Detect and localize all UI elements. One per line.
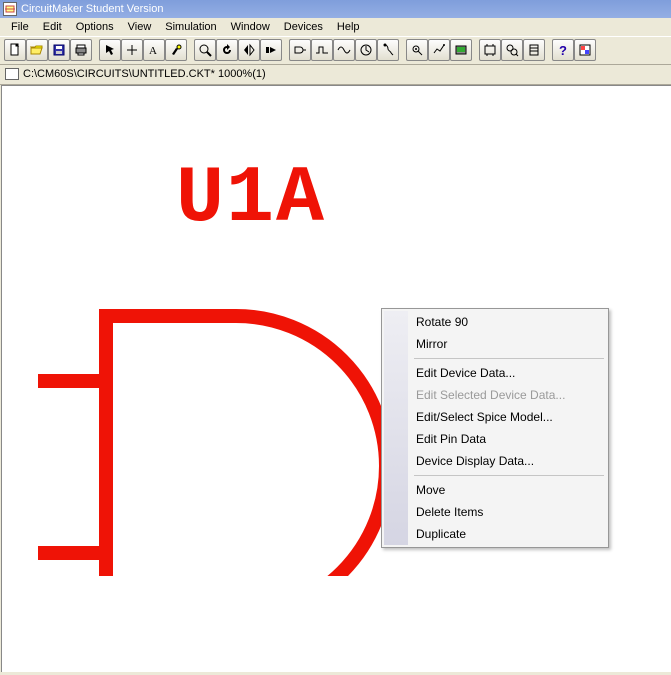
digital-button[interactable] bbox=[289, 39, 311, 61]
open-file-button[interactable] bbox=[26, 39, 48, 61]
menu-simulation[interactable]: Simulation bbox=[158, 20, 223, 34]
probe-tool-button[interactable] bbox=[165, 39, 187, 61]
titlebar: CircuitMaker Student Version bbox=[0, 0, 671, 18]
wire-tool-button[interactable] bbox=[121, 39, 143, 61]
menu-edit[interactable]: Edit bbox=[36, 20, 69, 34]
toolbar: A ? bbox=[0, 36, 671, 65]
app-title: CircuitMaker Student Version bbox=[21, 3, 163, 15]
about-button[interactable] bbox=[574, 39, 596, 61]
menu-help[interactable]: Help bbox=[330, 20, 367, 34]
ctx-device-display-data[interactable]: Device Display Data... bbox=[384, 450, 606, 472]
run-button[interactable] bbox=[377, 39, 399, 61]
macro-button[interactable] bbox=[479, 39, 501, 61]
reset-button[interactable] bbox=[355, 39, 377, 61]
ctx-mirror[interactable]: Mirror bbox=[384, 333, 606, 355]
analysis-button[interactable] bbox=[428, 39, 450, 61]
document-icon bbox=[5, 68, 19, 80]
document-path: C:\CM60S\CIRCUITS\UNTITLED.CKT* 1000%(1) bbox=[23, 68, 266, 80]
mirror-button[interactable] bbox=[238, 39, 260, 61]
svg-text:?: ? bbox=[559, 43, 567, 57]
menu-devices[interactable]: Devices bbox=[277, 20, 330, 34]
component-label: U1A bbox=[176, 154, 326, 245]
help-button[interactable]: ? bbox=[552, 39, 574, 61]
zoom-tool-button[interactable] bbox=[194, 39, 216, 61]
ctx-edit-pin-data[interactable]: Edit Pin Data bbox=[384, 428, 606, 450]
context-menu: Rotate 90 Mirror Edit Device Data... Edi… bbox=[381, 308, 609, 548]
menu-file[interactable]: File bbox=[4, 20, 36, 34]
scope-button[interactable] bbox=[450, 39, 472, 61]
ctx-move[interactable]: Move bbox=[384, 479, 606, 501]
text-tool-button[interactable]: A bbox=[143, 39, 165, 61]
ctx-separator bbox=[414, 358, 604, 359]
print-button[interactable] bbox=[70, 39, 92, 61]
ctx-rotate-90[interactable]: Rotate 90 bbox=[384, 311, 606, 333]
canvas-area[interactable]: U1A Rotate 90 Mirror Edit Device Data...… bbox=[1, 85, 671, 672]
ctx-edit-device-data[interactable]: Edit Device Data... bbox=[384, 362, 606, 384]
probe-button[interactable] bbox=[406, 39, 428, 61]
svg-text:A: A bbox=[149, 45, 157, 57]
document-bar: C:\CM60S\CIRCUITS\UNTITLED.CKT* 1000%(1) bbox=[0, 65, 671, 85]
search-parts-button[interactable] bbox=[501, 39, 523, 61]
ctx-delete-items[interactable]: Delete Items bbox=[384, 501, 606, 523]
menu-window[interactable]: Window bbox=[224, 20, 277, 34]
trace-button[interactable] bbox=[311, 39, 333, 61]
parts-button[interactable] bbox=[523, 39, 545, 61]
menu-view[interactable]: View bbox=[121, 20, 159, 34]
ctx-duplicate[interactable]: Duplicate bbox=[384, 523, 606, 545]
arrow-tool-button[interactable] bbox=[99, 39, 121, 61]
step-button[interactable] bbox=[260, 39, 282, 61]
ctx-edit-select-spice-model[interactable]: Edit/Select Spice Model... bbox=[384, 406, 606, 428]
save-button[interactable] bbox=[48, 39, 70, 61]
ctx-separator bbox=[414, 475, 604, 476]
rotate-button[interactable] bbox=[216, 39, 238, 61]
waveform-button[interactable] bbox=[333, 39, 355, 61]
menu-options[interactable]: Options bbox=[69, 20, 121, 34]
new-file-button[interactable] bbox=[4, 39, 26, 61]
app-icon bbox=[3, 2, 17, 16]
ctx-edit-selected-device-data: Edit Selected Device Data... bbox=[384, 384, 606, 406]
menubar: File Edit Options View Simulation Window… bbox=[0, 18, 671, 36]
